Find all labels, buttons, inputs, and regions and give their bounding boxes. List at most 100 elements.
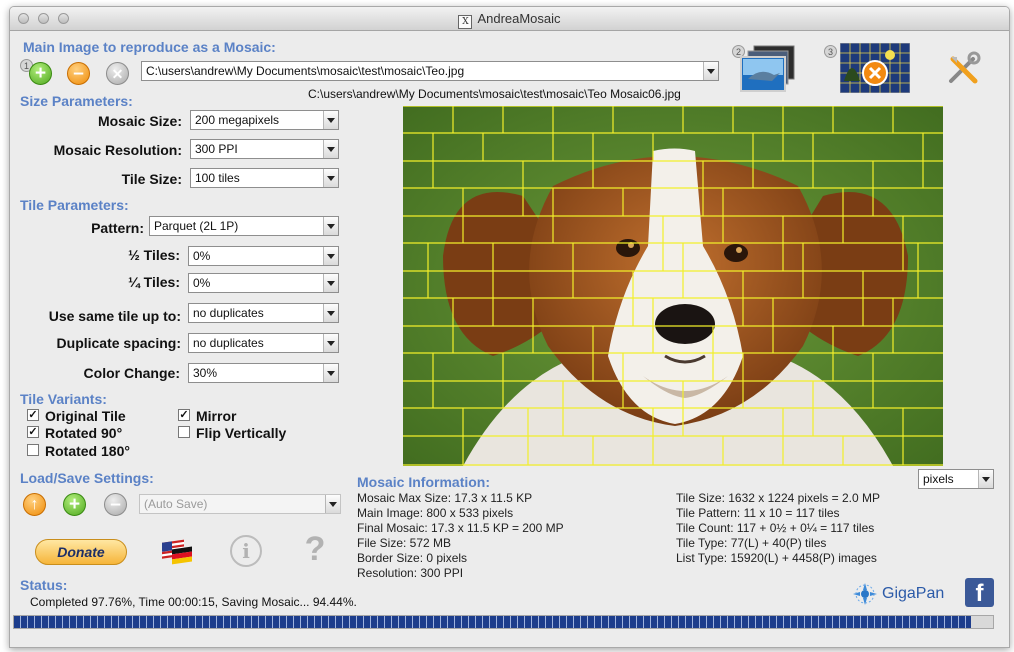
info-tile-pattern: Tile Pattern: 11 x 10 = 117 tiles	[676, 506, 840, 520]
tile-variants-section-label: Tile Variants:	[20, 391, 107, 407]
step3-badge: 3	[824, 45, 837, 58]
mosaic-resolution-value: 300 PPI	[195, 142, 238, 156]
original-tile-checkbox[interactable]: ✓	[27, 409, 39, 421]
load-settings-button[interactable]: ↑	[23, 493, 46, 516]
original-tile-label: Original Tile	[45, 408, 126, 424]
facebook-link[interactable]: f	[965, 578, 994, 607]
dup-spacing-select[interactable]: no duplicates	[188, 333, 339, 353]
settings-tools-button[interactable]	[945, 51, 981, 87]
same-tile-label: Use same tile up to:	[48, 308, 181, 324]
info-main-image: Main Image: 800 x 533 pixels	[357, 506, 514, 520]
gigapan-icon	[853, 583, 877, 605]
quarter-tiles-label: ¼ Tiles:	[128, 274, 180, 290]
x-circle-icon: ✕	[111, 66, 124, 82]
chevron-down-icon	[323, 274, 338, 292]
info-border-size: Border Size: 0 pixels	[357, 551, 468, 565]
pattern-value: Parquet (2L 1P)	[154, 219, 239, 233]
rotated-90-label: Rotated 90°	[45, 425, 123, 441]
tiles-folder-button[interactable]	[740, 45, 798, 93]
info-icon: i	[242, 539, 250, 563]
info-tile-type: Tile Type: 77(L) + 40(P) tiles	[676, 536, 827, 550]
info-list-type: List Type: 15920(L) + 4458(P) images	[676, 551, 877, 565]
progress-fill	[14, 616, 972, 628]
info-max-size: Mosaic Max Size: 17.3 x 11.5 KP	[357, 491, 533, 505]
chevron-down-icon	[703, 62, 718, 80]
chevron-down-icon	[323, 304, 338, 322]
units-select[interactable]: pixels	[918, 469, 994, 489]
add-image-button[interactable]: +	[29, 62, 52, 85]
mosaic-size-label: Mosaic Size:	[97, 113, 182, 129]
clear-image-button[interactable]: ✕	[106, 62, 129, 85]
mosaic-size-select[interactable]: 200 megapixels	[190, 110, 339, 130]
pattern-label: Pattern:	[91, 220, 144, 236]
status-text: Completed 97.76%, Time 00:00:15, Saving …	[30, 595, 357, 609]
info-resolution: Resolution: 300 PPI	[357, 566, 464, 580]
output-path: C:\users\andrew\My Documents\mosaic\test…	[308, 87, 681, 101]
info-final-mosaic: Final Mosaic: 17.3 x 11.5 KP = 200 MP	[357, 521, 564, 535]
x11-icon: X	[458, 15, 473, 29]
tile-size-label: Tile Size:	[121, 171, 182, 187]
info-file-size: File Size: 572 MB	[357, 536, 452, 550]
quarter-tiles-select[interactable]: 0%	[188, 273, 339, 293]
help-button[interactable]: ?	[300, 531, 330, 567]
delete-settings-button[interactable]: –	[104, 493, 127, 516]
same-tile-select[interactable]: no duplicates	[188, 303, 339, 323]
facebook-icon: f	[975, 580, 984, 607]
tile-size-select[interactable]: 100 tiles	[190, 168, 339, 188]
flip-vertically-label: Flip Vertically	[196, 425, 287, 441]
chevron-down-icon	[978, 470, 993, 488]
mosaic-resolution-select[interactable]: 300 PPI	[190, 139, 339, 159]
app-window: X AndreaMosaic Main Image to reproduce as…	[9, 6, 1010, 648]
chevron-down-icon	[323, 140, 338, 158]
mirror-checkbox[interactable]: ✓	[178, 409, 190, 421]
tile-size-value: 100 tiles	[195, 171, 240, 185]
chevron-down-icon	[323, 334, 338, 352]
mosaic-preview-icon	[839, 42, 911, 94]
rotated-90-checkbox[interactable]: ✓	[27, 426, 39, 438]
remove-image-button[interactable]: –	[67, 62, 90, 85]
dup-spacing-label: Duplicate spacing:	[56, 335, 181, 351]
question-icon: ?	[304, 530, 326, 568]
mosaic-resolution-label: Mosaic Resolution:	[53, 142, 182, 158]
flip-vertically-checkbox[interactable]	[178, 426, 190, 438]
color-change-select[interactable]: 30%	[188, 363, 339, 383]
main-image-path-select[interactable]: C:\users\andrew\My Documents\mosaic\test…	[141, 61, 719, 81]
info-button[interactable]: i	[230, 535, 262, 567]
up-arrow-circle-icon: ↑	[30, 496, 39, 513]
save-settings-button[interactable]: +	[63, 493, 86, 516]
settings-select-value: (Auto Save)	[144, 497, 208, 511]
mosaic-info-left: Mosaic Max Size: 17.3 x 11.5 KP Main Ima…	[357, 491, 564, 581]
donate-button[interactable]: Donate	[35, 539, 127, 565]
pattern-select[interactable]: Parquet (2L 1P)	[149, 216, 339, 236]
quarter-tiles-value: 0%	[193, 276, 211, 290]
mosaic-size-value: 200 megapixels	[195, 113, 280, 127]
plus-circle-icon: +	[68, 494, 81, 515]
settings-select[interactable]: (Auto Save)	[139, 494, 341, 514]
mosaic-preview	[403, 106, 943, 466]
gigapan-link[interactable]: GigaPan	[852, 582, 952, 606]
main-image-section-label: Main Image to reproduce as a Mosaic:	[23, 39, 276, 55]
half-tiles-label: ½ Tiles:	[128, 247, 180, 263]
same-tile-value: no duplicates	[193, 306, 264, 320]
title-bar: X AndreaMosaic	[10, 7, 1009, 31]
size-params-section-label: Size Parameters:	[20, 93, 133, 109]
half-tiles-value: 0%	[193, 249, 211, 263]
rotated-180-checkbox[interactable]	[27, 444, 39, 456]
plus-circle-icon: +	[34, 63, 47, 84]
color-change-label: Color Change:	[83, 365, 180, 381]
mosaic-info-right: Tile Size: 1632 x 1224 pixels = 2.0 MP T…	[676, 491, 880, 566]
tools-icon	[949, 51, 981, 84]
window-title: X AndreaMosaic	[10, 11, 1009, 29]
language-button[interactable]	[160, 537, 194, 567]
gigapan-text: GigaPan	[882, 585, 945, 602]
chevron-down-icon	[325, 495, 340, 513]
create-mosaic-button[interactable]	[839, 42, 911, 94]
chevron-down-icon	[323, 217, 338, 235]
minus-circle-icon: –	[73, 63, 84, 84]
progress-bar	[13, 615, 994, 629]
half-tiles-select[interactable]: 0%	[188, 246, 339, 266]
dog-mosaic-image	[403, 106, 943, 466]
minus-circle-icon: –	[110, 494, 121, 515]
mosaic-info-section-label: Mosaic Information:	[357, 474, 491, 490]
language-flags-icon	[162, 539, 192, 565]
